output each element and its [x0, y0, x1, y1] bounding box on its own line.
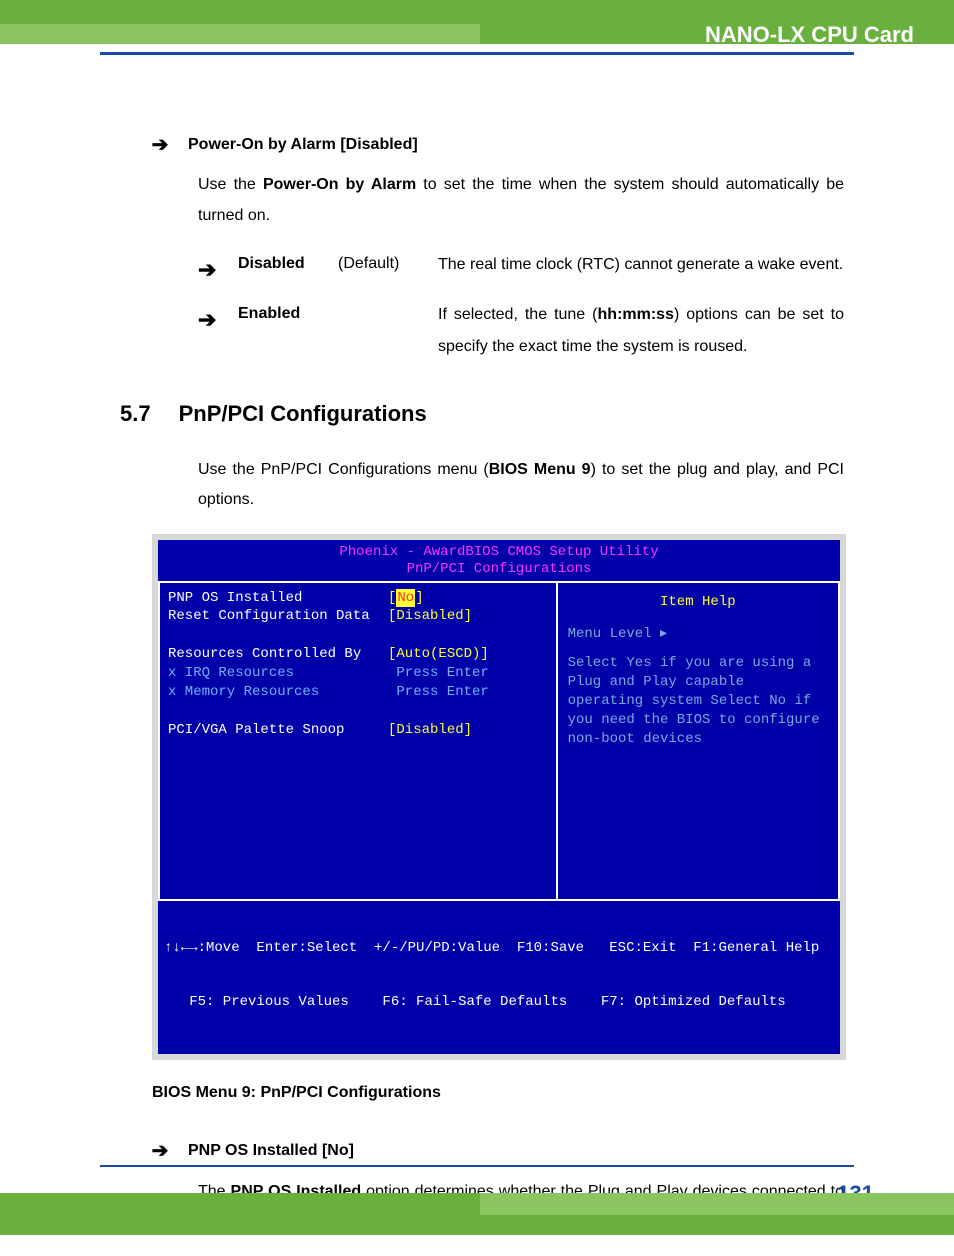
option-values-table: ➔ Disabled (Default) The real time clock…	[198, 249, 844, 363]
option-default: (Default)	[338, 249, 438, 279]
page-header: NANO-LX CPU Card	[0, 0, 954, 58]
section-number: 5.7	[120, 393, 151, 435]
text: If selected, the tune (	[438, 306, 598, 323]
footer-band-bottom	[0, 1215, 954, 1235]
footer-rule	[100, 1165, 854, 1167]
bios-line: x IRQ Resources Press Enter	[168, 664, 546, 683]
bios-footer-line: ↑↓←→:Move Enter:Select +/-/PU/PD:Value F…	[164, 939, 834, 957]
bios-screenshot: Phoenix - AwardBIOS CMOS Setup Utility P…	[152, 534, 846, 1061]
bios-line: Resources Controlled By [Auto(ESCD)]	[168, 645, 546, 664]
footer-band-left	[0, 1193, 480, 1215]
bios-title-line: Phoenix - AwardBIOS CMOS Setup Utility	[158, 544, 840, 562]
bios-help-menu-level: Menu Level ▸	[568, 625, 828, 644]
bios-footer-line: F5: Previous Values F6: Fail-Safe Defaul…	[164, 993, 834, 1011]
option-heading-row: ➔ PNP OS Installed [No]	[150, 1136, 844, 1166]
text: Use the PnP/PCI Configurations menu (	[198, 461, 489, 478]
option-desc: The real time clock (RTC) cannot generat…	[438, 249, 844, 281]
arrow-right-icon: ➔	[150, 130, 170, 160]
option-row: ➔ Disabled (Default) The real time clock…	[198, 249, 844, 291]
text-bold: hh:mm:ss	[598, 306, 674, 323]
bios-line: x Memory Resources Press Enter	[168, 683, 546, 702]
section-title: PnP/PCI Configurations	[179, 393, 427, 435]
footer-band-right	[480, 1193, 954, 1215]
option-heading: PNP OS Installed [No]	[188, 1136, 354, 1166]
section-body: Use the PnP/PCI Configurations menu (BIO…	[198, 455, 844, 516]
text-bold: Power-On by Alarm	[263, 176, 416, 193]
bios-line: Reset Configuration Data [Disabled]	[168, 607, 546, 626]
bios-item-help-header: Item Help	[568, 589, 828, 616]
section-heading: 5.7 PnP/PCI Configurations	[120, 393, 844, 435]
bios-title: Phoenix - AwardBIOS CMOS Setup Utility P…	[158, 540, 840, 581]
header-rule	[100, 52, 854, 55]
bios-line: PNP OS Installed [No]	[168, 589, 546, 608]
header-band-top	[0, 0, 954, 24]
page-content: ➔ Power-On by Alarm [Disabled] Use the P…	[130, 130, 844, 1256]
option-heading: Power-On by Alarm [Disabled]	[188, 130, 418, 160]
bios-line	[168, 702, 546, 721]
figure-caption: BIOS Menu 9: PnP/PCI Configurations	[152, 1078, 844, 1108]
page-footer: 131	[0, 1165, 954, 1235]
option-name: Enabled	[238, 299, 338, 329]
bios-line	[168, 626, 546, 645]
bios-title-line: PnP/PCI Configurations	[158, 561, 840, 579]
bios-footer: ↑↓←→:Move Enter:Select +/-/PU/PD:Value F…	[158, 901, 840, 1055]
option-heading-row: ➔ Power-On by Alarm [Disabled]	[150, 130, 844, 160]
arrow-right-icon: ➔	[198, 299, 238, 341]
arrow-right-icon: ➔	[198, 249, 238, 291]
option-row: ➔ Enabled If selected, the tune (hh:mm:s…	[198, 299, 844, 363]
option-desc: If selected, the tune (hh:mm:ss) options…	[438, 299, 844, 363]
option-description: Use the Power-On by Alarm to set the tim…	[198, 170, 844, 231]
option-name: Disabled	[238, 249, 338, 279]
bios-line: PCI/VGA Palette Snoop [Disabled]	[168, 721, 546, 740]
bios-body: PNP OS Installed [No]Reset Configuration…	[158, 581, 840, 901]
document-title: NANO-LX CPU Card	[705, 22, 914, 48]
text-bold: BIOS Menu 9	[489, 461, 591, 478]
header-band-left	[0, 24, 480, 44]
bios-left-panel: PNP OS Installed [No]Reset Configuration…	[158, 581, 556, 901]
text: Use the	[198, 176, 263, 193]
bios-help-text: Select Yes if you are using a Plug and P…	[568, 654, 828, 748]
arrow-right-icon: ➔	[150, 1136, 170, 1166]
bios-right-panel: Item Help Menu Level ▸ Select Yes if you…	[556, 581, 840, 901]
